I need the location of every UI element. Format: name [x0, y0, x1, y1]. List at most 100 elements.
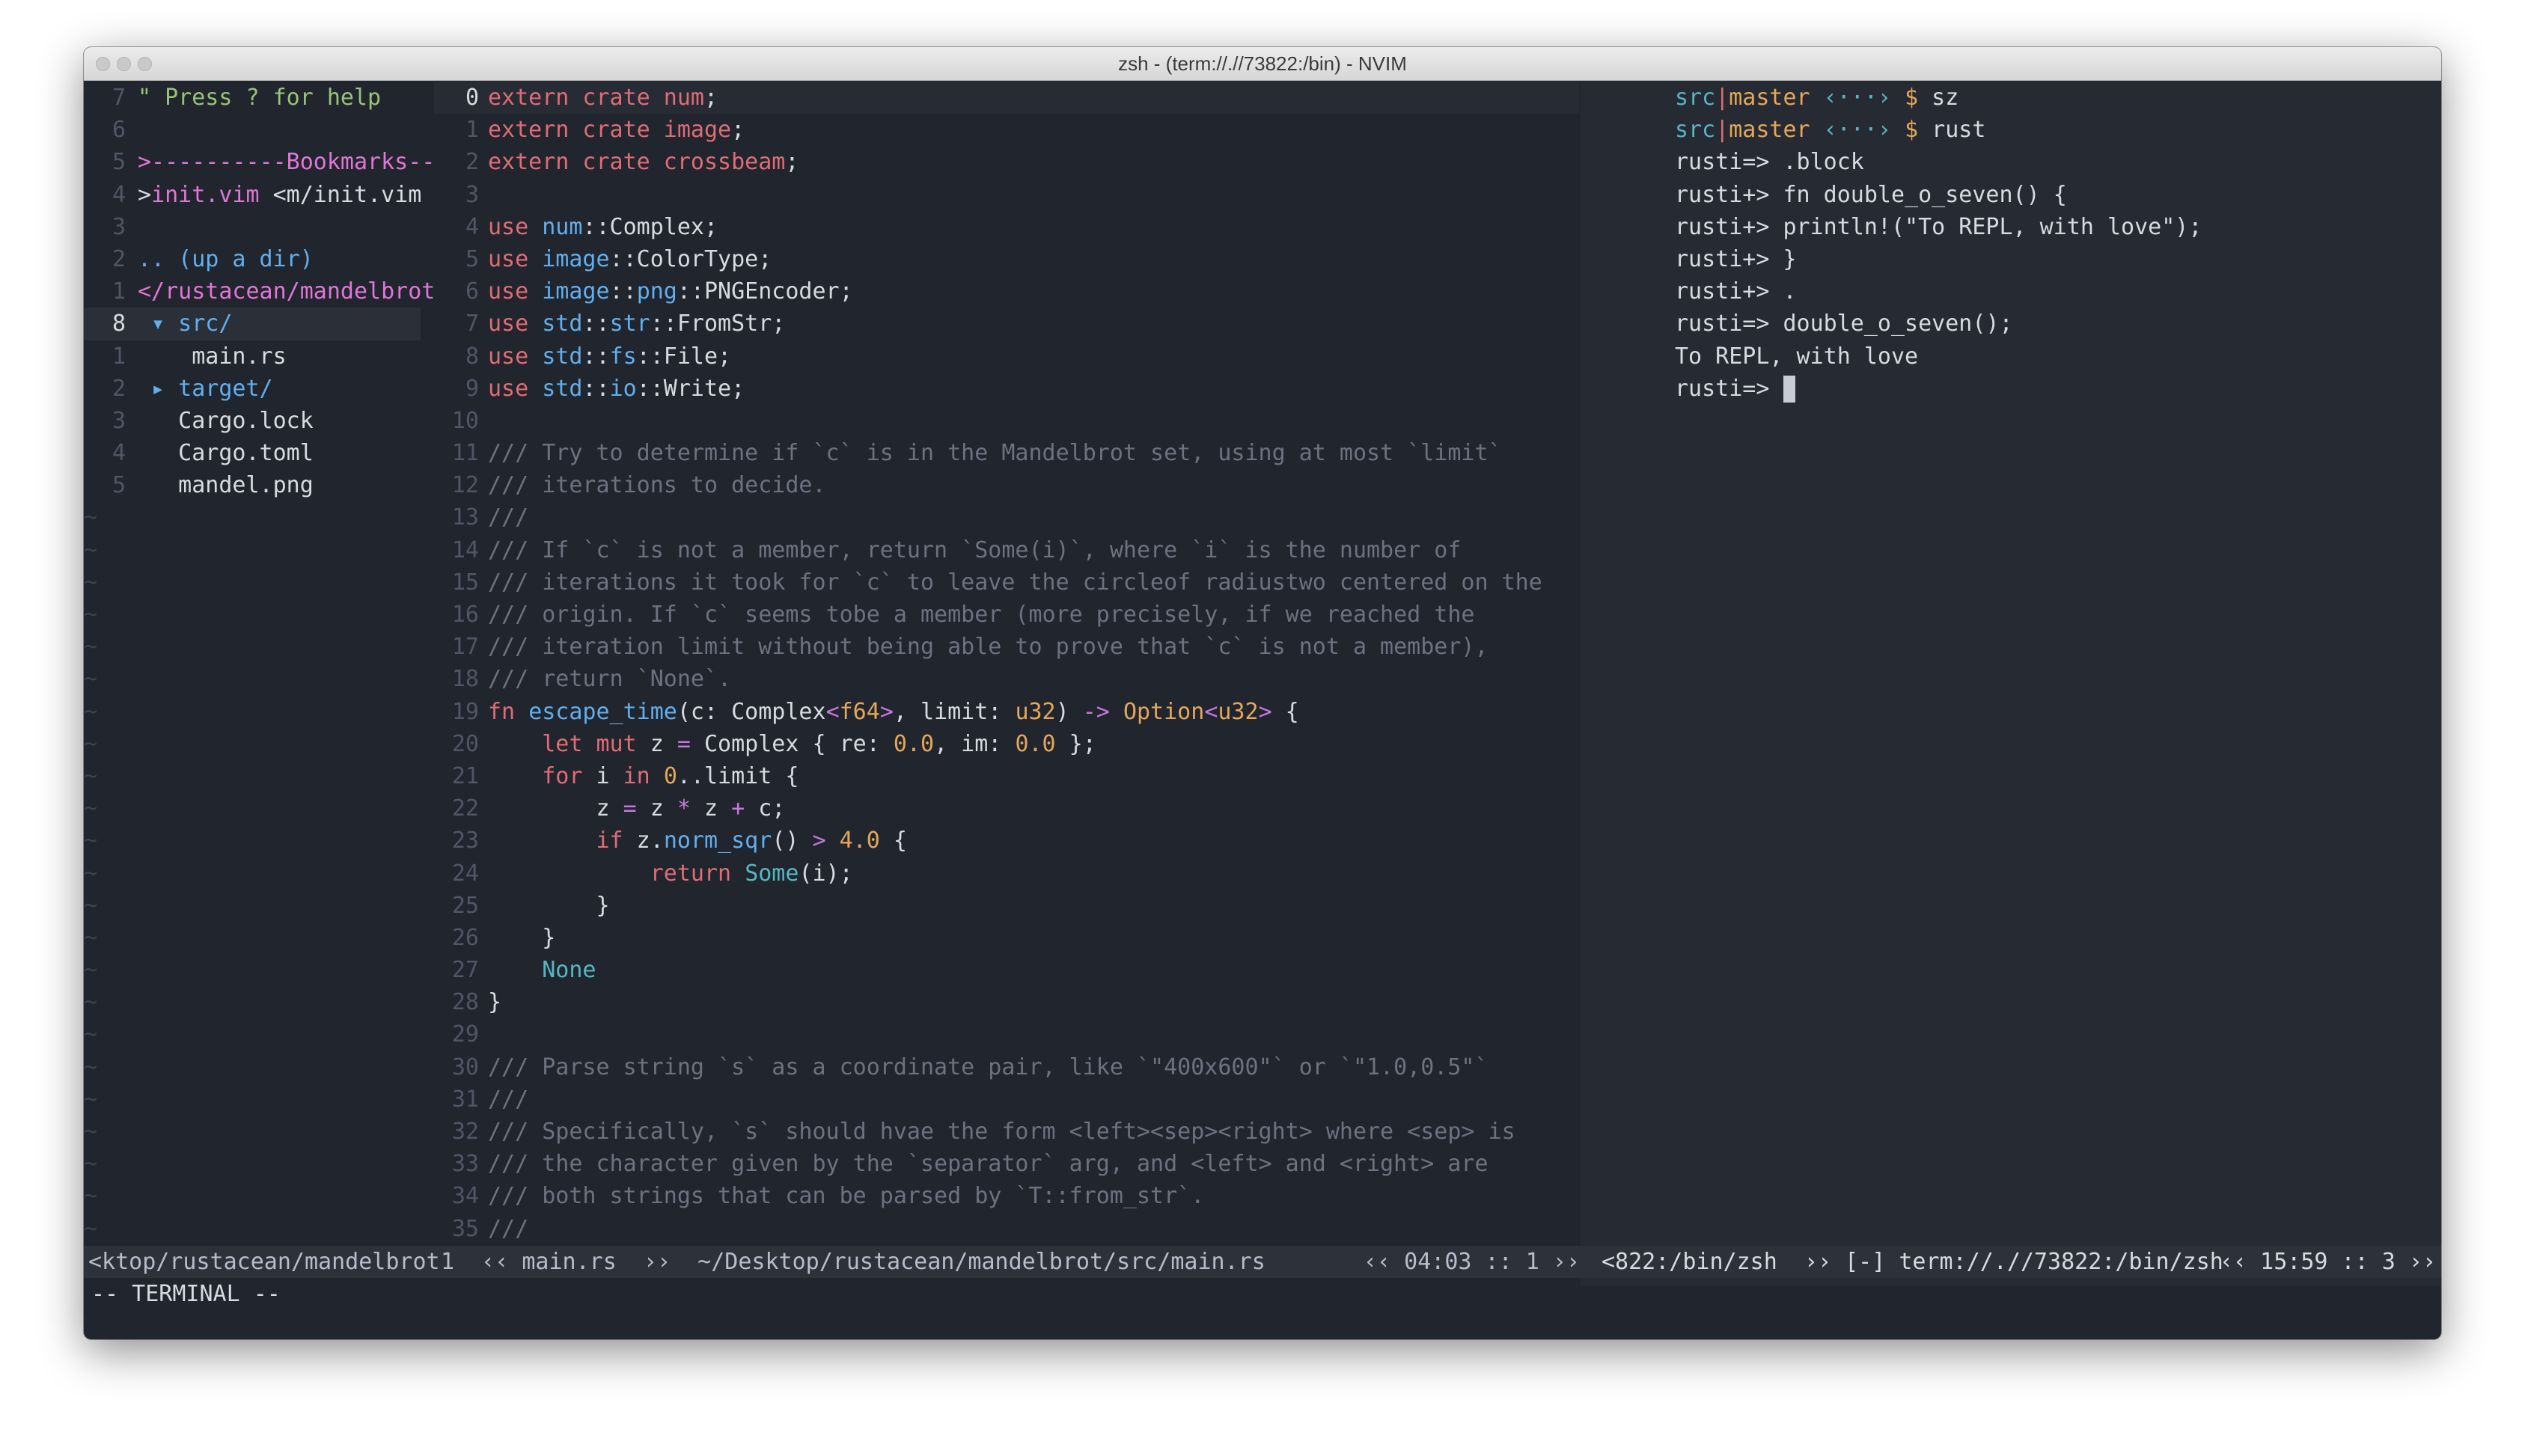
empty-line-marker: ~ [84, 1151, 98, 1178]
code-token: use [488, 245, 543, 272]
empty-line-marker: ~ [84, 957, 98, 984]
code-token: z [636, 795, 677, 822]
terminal-line[interactable]: rusti=> double_o_seven(); [1581, 308, 2441, 340]
code-token: master [1729, 85, 1810, 111]
editor-line[interactable]: 20 let mut z = Complex { re: 0.0, im: 0.… [434, 728, 1579, 760]
editor-line[interactable]: 5 use image::ColorType; [434, 243, 1579, 275]
code-token: extern crate image [488, 117, 732, 144]
editor-line[interactable]: 15 /// iterations it took for `c` to leav… [434, 566, 1579, 599]
line-number: 27 [451, 957, 479, 984]
empty-line-marker: ~ [84, 536, 98, 563]
terminal-pane[interactable]: src|master ‹···› $ sz src|master ‹···› $ … [1581, 82, 2441, 1286]
tree-line[interactable]: 6 [84, 114, 421, 146]
editor-line[interactable]: 7 use std::str::FromStr; [434, 308, 1579, 340]
terminal-line[interactable]: rusti=> [1581, 373, 2441, 405]
code-token: image [542, 278, 610, 305]
tree-line[interactable]: 2 .. (up a dir) [84, 243, 421, 275]
terminal-line[interactable]: rusti=> .block [1581, 146, 2441, 178]
code-token: src [1675, 85, 1716, 111]
terminal-line[interactable]: src|master ‹···› $ rust [1581, 114, 2441, 146]
empty-buffer-line: ~ [84, 728, 421, 760]
editor-line[interactable]: 11 /// Try to determine if `c` is in the … [434, 437, 1579, 469]
line-number: 0 [465, 85, 479, 111]
editor-line[interactable]: 9 use std::io::Write; [434, 373, 1579, 405]
terminal-line[interactable]: To REPL, with love [1581, 340, 2441, 373]
tree-line[interactable]: 4 Cargo.toml [84, 437, 421, 469]
terminal-line[interactable]: rusti+> . [1581, 275, 2441, 308]
editor-line[interactable]: 35 /// [434, 1213, 1579, 1245]
editor-line[interactable]: 31 /// [434, 1083, 1579, 1116]
empty-line-marker: ~ [84, 828, 98, 854]
empty-line-marker: ~ [84, 602, 98, 628]
editor-line[interactable]: 19 fn escape_time(c: Complex<f64>, limit:… [434, 696, 1579, 728]
title-bar: zsh - (term://.//73822:/bin) - NVIM [84, 47, 2441, 81]
tree-line[interactable]: 4 >init.vim <m/init.vim [84, 179, 421, 211]
terminal-line[interactable]: rusti+> } [1581, 243, 2441, 275]
line-number: 2 [112, 375, 126, 402]
code-token: -> [1082, 698, 1110, 725]
code-token: /// origin. If `c` seems tobe a member (… [488, 602, 1475, 628]
file-tree-pane[interactable]: 7 " Press ? for help 6 5 >----------Bookmark… [84, 82, 435, 1245]
editor-line[interactable]: 17 /// iteration limit without being able… [434, 631, 1579, 663]
tree-line[interactable]: 1 </rustacean/mandelbrot [84, 275, 435, 308]
line-number: 1 [112, 278, 126, 305]
editor-line[interactable]: 23 if z.norm_sqr() > 4.0 { [434, 825, 1579, 857]
editor-line[interactable]: 12 /// iterations to decide. [434, 469, 1579, 501]
editor-line[interactable]: 33 /// the character given by the `separa… [434, 1148, 1579, 1180]
editor-pane[interactable]: 0 extern crate num; 1 extern crate image; 2 e… [434, 82, 1579, 1245]
editor-line[interactable]: 10 [434, 405, 1579, 437]
line-number: 19 [451, 698, 479, 725]
tree-line[interactable]: 1 main.rs [84, 340, 421, 373]
editor-line[interactable]: 32 /// Specifically, `s` should hvae the … [434, 1116, 1579, 1148]
editor-line[interactable]: 34 /// both strings that can be parsed by… [434, 1180, 1579, 1212]
status-line: <ktop/rustacean/mandelbrot 1 ‹‹ main.rs … [84, 1246, 2441, 1278]
empty-buffer-line: ~ [84, 792, 421, 825]
terminal-line[interactable]: src|master ‹···› $ sz [1581, 82, 2441, 114]
code-token: ; [785, 149, 799, 176]
tree-line[interactable]: 3 Cargo.lock [84, 405, 421, 437]
empty-line-marker: ~ [84, 698, 98, 725]
terminal-line[interactable]: rusti+> fn double_o_seven() { [1581, 179, 2441, 211]
empty-buffer-line: ~ [84, 1180, 421, 1212]
terminal-cursor [1783, 376, 1795, 403]
empty-line-marker: ~ [84, 730, 98, 757]
editor-line[interactable]: 6 use image::png::PNGEncoder; [434, 275, 1579, 308]
editor-line[interactable]: 16 /// origin. If `c` seems tobe a member… [434, 599, 1579, 631]
editor-line[interactable]: 13 /// [434, 501, 1579, 533]
editor-line[interactable]: 3 [434, 179, 1579, 211]
code-token: ::Complex; [582, 213, 718, 240]
tree-line[interactable]: 7 " Press ? for help [84, 82, 421, 114]
tree-line[interactable]: 2 ▸ target/ [84, 373, 421, 405]
empty-buffer-line: ~ [84, 663, 421, 695]
editor-line[interactable]: 21 for i in 0..limit { [434, 760, 1579, 792]
editor-line[interactable]: 28} [434, 986, 1579, 1018]
editor-line[interactable]: 22 z = z * z + c; [434, 792, 1579, 825]
editor-line[interactable]: 24 return Some(i); [434, 857, 1579, 890]
tree-line[interactable]: 5 >----------Bookmarks-- [84, 146, 435, 178]
status-terminal-position: ‹‹ 15:59 :: 3 ›› [2220, 1249, 2436, 1275]
tree-line[interactable]: 3 [84, 211, 421, 243]
code-token: image [542, 245, 610, 272]
editor-line[interactable]: 1 extern crate image; [434, 114, 1579, 146]
code-token: norm_sqr [663, 828, 772, 854]
line-number: 35 [451, 1215, 479, 1242]
code-token: Complex { re: [690, 730, 894, 757]
terminal-line[interactable]: rusti+> println!("To REPL, with love"); [1581, 211, 2441, 243]
editor-line[interactable]: 26 } [434, 922, 1579, 954]
tree-line[interactable]: 8 ▾ src/ [84, 308, 421, 340]
tree-line[interactable]: 5 mandel.png [84, 469, 421, 501]
empty-buffer-line: ~ [84, 501, 421, 533]
editor-line[interactable]: 14 /// If `c` is not a member, return `So… [434, 534, 1579, 566]
editor-line[interactable]: 0 extern crate num; [434, 82, 1579, 114]
editor-line[interactable]: 29 [434, 1018, 1579, 1050]
editor-line[interactable]: 25 } [434, 890, 1579, 922]
line-number: 1 [112, 343, 126, 370]
empty-buffer-line: ~ [84, 1083, 421, 1116]
editor-line[interactable]: 4 use num::Complex; [434, 211, 1579, 243]
editor-line[interactable]: 18 /// return `None`. [434, 663, 1579, 695]
editor-line[interactable]: 8 use std::fs::File; [434, 340, 1579, 373]
editor-line[interactable]: 27 None [434, 954, 1579, 986]
editor-line[interactable]: 2 extern crate crossbeam; [434, 146, 1579, 178]
editor-line[interactable]: 30 /// Parse string `s` as a coordinate p… [434, 1051, 1579, 1083]
